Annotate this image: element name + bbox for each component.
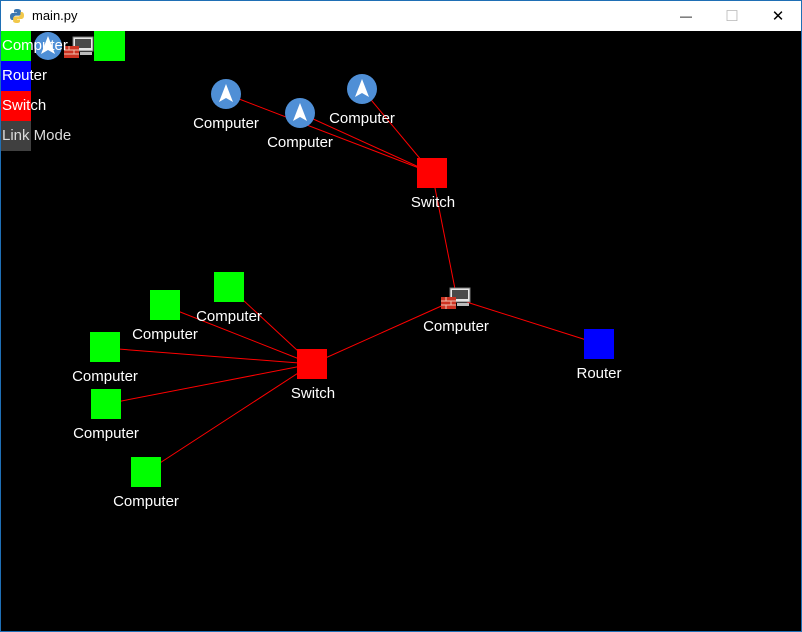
close-button[interactable]: ✕ bbox=[755, 1, 801, 31]
node-label: Computer bbox=[267, 134, 333, 151]
link[interactable] bbox=[104, 347, 313, 365]
node-label: Computer bbox=[113, 493, 179, 510]
links bbox=[104, 88, 600, 473]
window-title: main.py bbox=[32, 8, 78, 23]
computer-square bbox=[214, 272, 244, 302]
app-window: main.py — ☐ ✕ Computer Computer Computer… bbox=[0, 0, 802, 632]
palette-label: Computer bbox=[2, 37, 68, 54]
node-label: Computer bbox=[72, 368, 138, 385]
maximize-icon: ☐ bbox=[725, 8, 739, 25]
node-label: Computer bbox=[196, 308, 262, 325]
palette-label: Switch bbox=[2, 97, 47, 114]
computer-node[interactable]: Computer bbox=[193, 79, 259, 132]
node-label: Router bbox=[576, 365, 621, 382]
palette-label: Link Mode bbox=[2, 127, 72, 144]
green-square-icon[interactable] bbox=[94, 31, 125, 61]
computer-node[interactable]: Computer bbox=[72, 332, 138, 385]
python-icon bbox=[10, 9, 24, 23]
maximize-button[interactable]: ☐ bbox=[709, 1, 755, 31]
node-label: Computer bbox=[423, 318, 489, 335]
computer-square bbox=[91, 389, 121, 419]
link[interactable] bbox=[431, 172, 458, 300]
topology-svg[interactable]: Computer Computer Computer Switch Comput… bbox=[1, 31, 801, 631]
computer-node[interactable]: Computer bbox=[329, 74, 395, 127]
computer-node[interactable]: Computer bbox=[73, 389, 139, 442]
switch-node[interactable]: Switch bbox=[411, 158, 455, 211]
minimize-button[interactable]: — bbox=[663, 1, 709, 31]
computer-node[interactable]: Computer bbox=[113, 457, 179, 510]
computer-square bbox=[90, 332, 120, 362]
node-label: Switch bbox=[291, 385, 335, 402]
node-label: Switch bbox=[411, 194, 455, 211]
router-node[interactable]: Router bbox=[576, 329, 622, 382]
firewall-computer-icon bbox=[441, 287, 471, 309]
node-label: Computer bbox=[193, 115, 259, 132]
firewall-computer-icon[interactable] bbox=[64, 36, 94, 58]
computer-node[interactable]: Computer bbox=[267, 98, 333, 151]
close-icon: ✕ bbox=[771, 8, 785, 25]
node-label: Computer bbox=[73, 425, 139, 442]
title-bar[interactable]: main.py — ☐ ✕ bbox=[1, 1, 801, 31]
computer-square bbox=[150, 290, 180, 320]
node-label: Computer bbox=[132, 326, 198, 343]
router-square bbox=[584, 329, 614, 359]
computer-node[interactable]: Computer bbox=[423, 287, 489, 335]
computer-node[interactable]: Computer bbox=[132, 290, 198, 343]
network-canvas[interactable]: Computer Computer Computer Switch Comput… bbox=[1, 31, 801, 631]
computer-node[interactable]: Computer bbox=[196, 272, 262, 325]
minimize-icon: — bbox=[680, 9, 692, 23]
switch-square bbox=[417, 158, 447, 188]
palette-label: Router bbox=[2, 67, 48, 84]
computer-square bbox=[131, 457, 161, 487]
node-label: Computer bbox=[329, 110, 395, 127]
switch-square bbox=[297, 349, 327, 379]
